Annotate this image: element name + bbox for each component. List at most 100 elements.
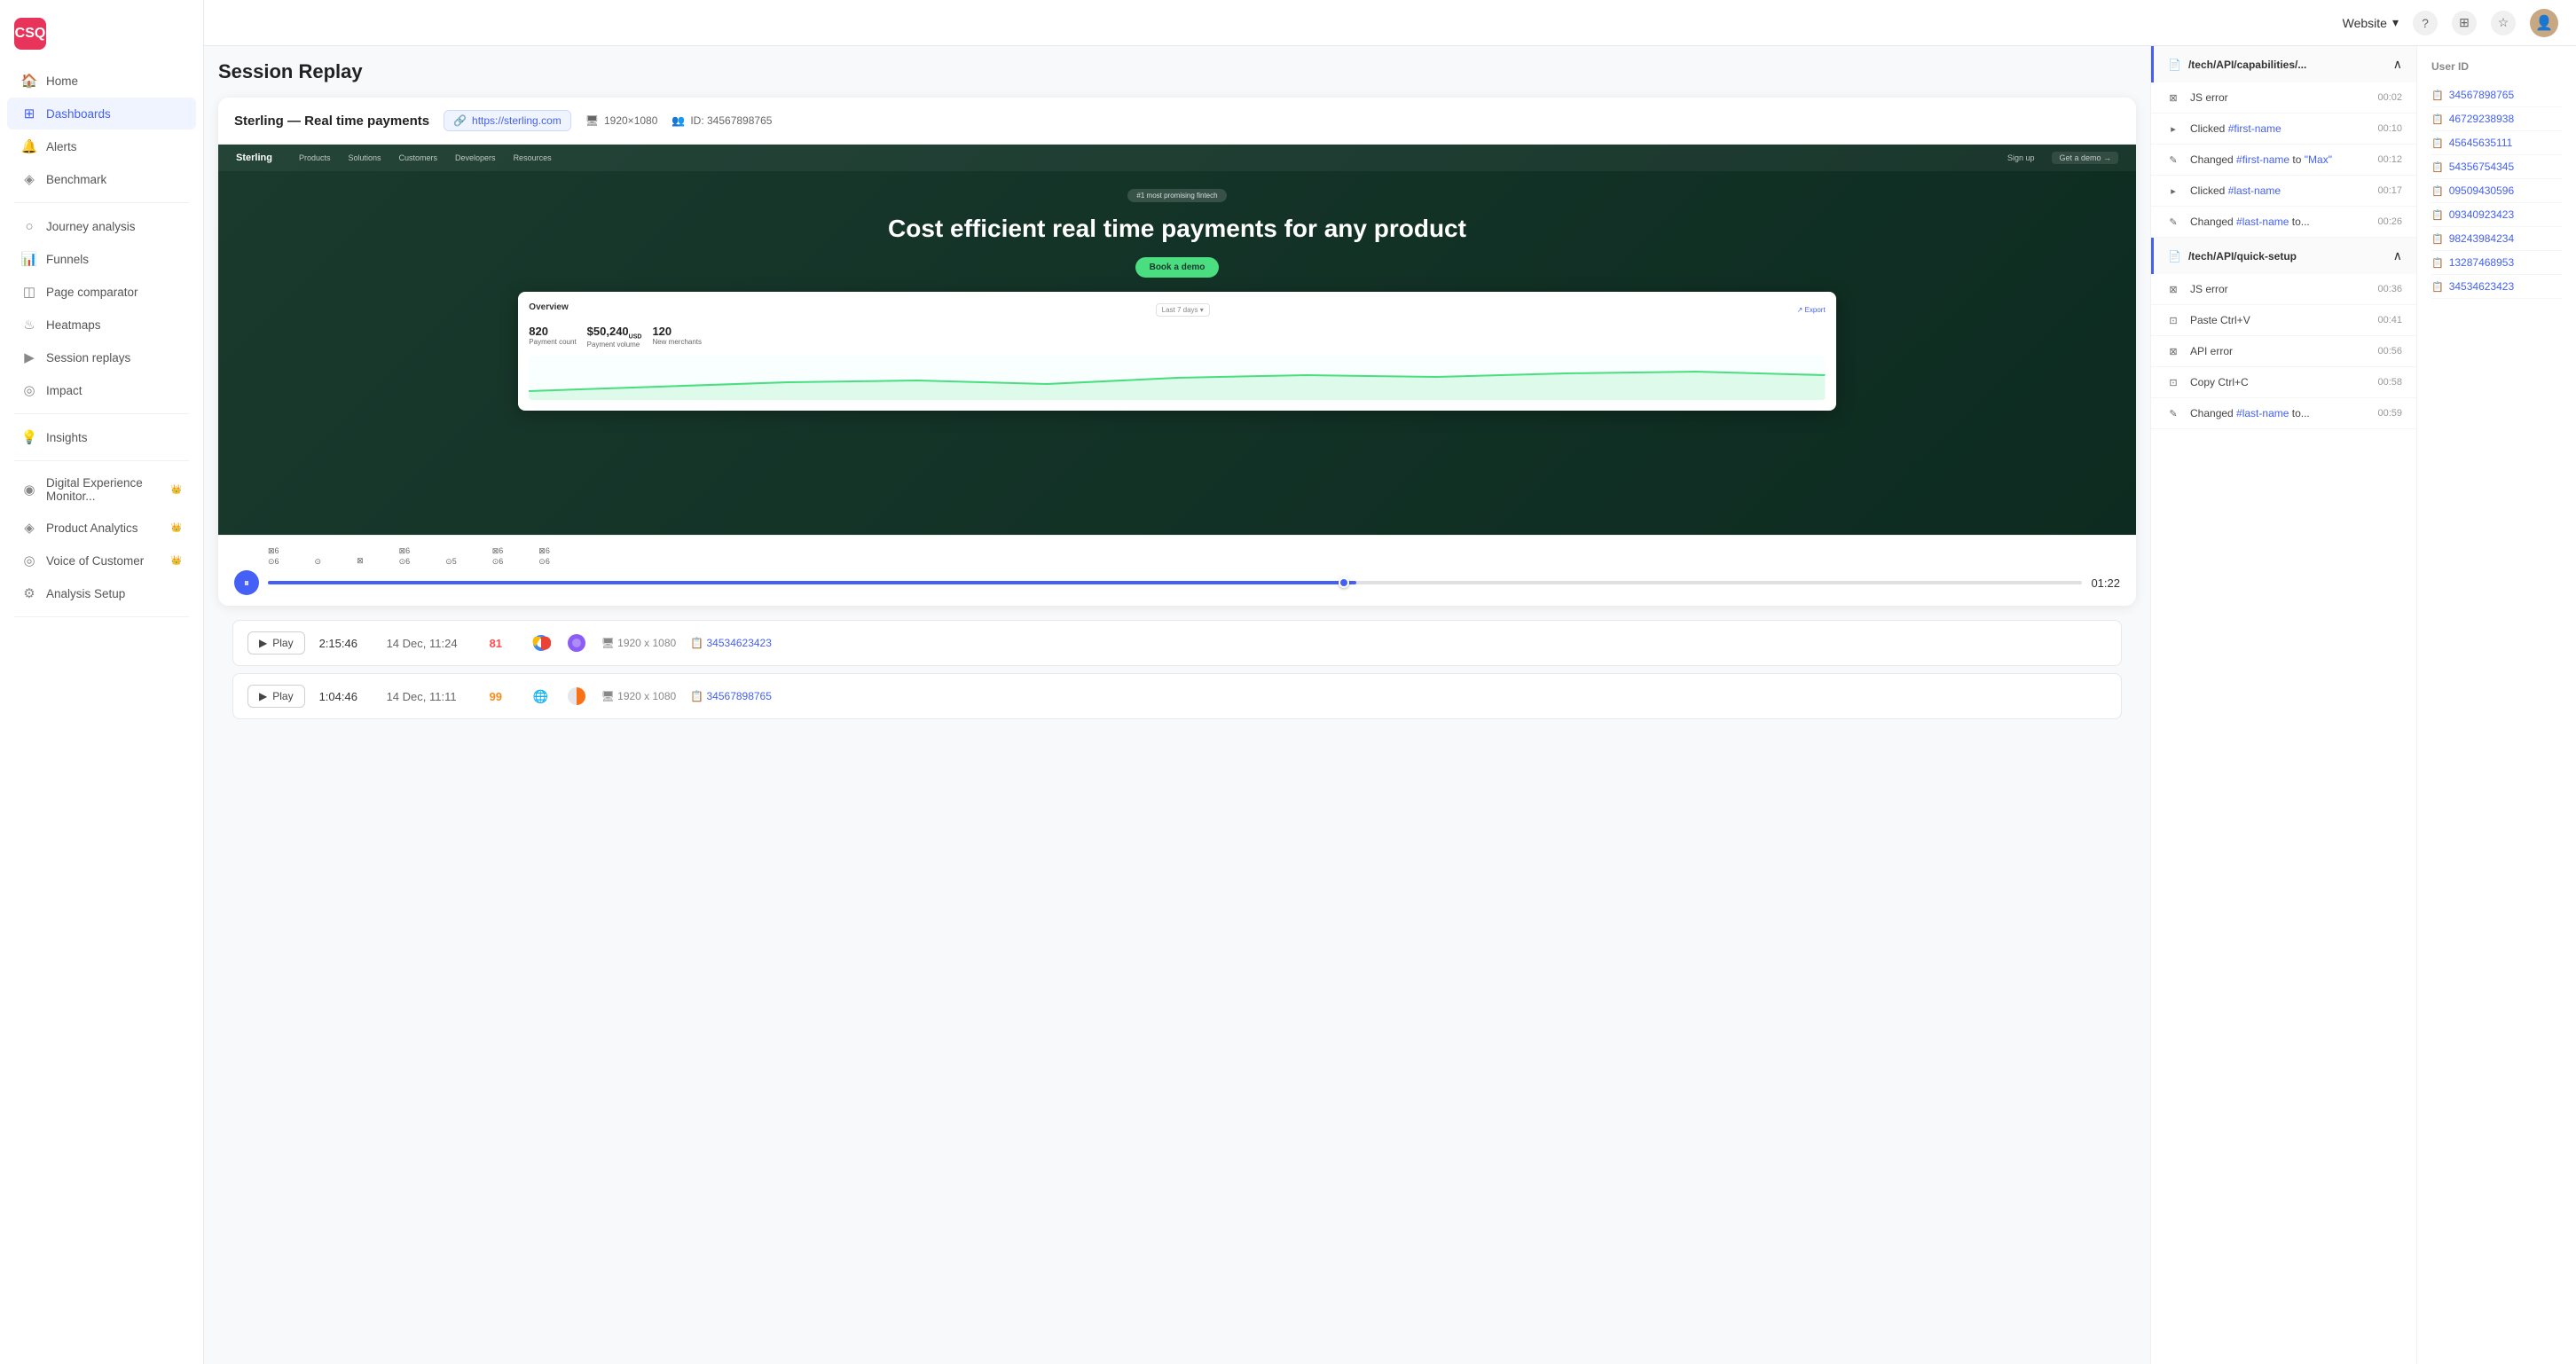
event-link[interactable]: #first-name <box>2228 122 2281 135</box>
progress-bar[interactable] <box>268 581 2082 584</box>
userid-item[interactable]: 📋 45645635111 <box>2431 131 2562 155</box>
track-dot[interactable] <box>1339 577 1349 588</box>
player-url-text: https://sterling.com <box>472 114 562 127</box>
sidebar-item-funnels[interactable]: 📊 Funnels <box>7 243 196 275</box>
sidebar-item-alerts[interactable]: 🔔 Alerts <box>7 130 196 162</box>
event-item-change: ✎ Changed #last-name to... 00:59 <box>2151 398 2416 429</box>
impact-icon: ◎ <box>21 382 37 398</box>
help-icon[interactable]: ? <box>2413 11 2438 35</box>
time-display: 01:22 <box>2091 576 2120 590</box>
userid-value: 45645635111 <box>2449 137 2513 149</box>
benchmark-icon: ◈ <box>21 171 37 187</box>
star-icon[interactable]: ☆ <box>2491 11 2516 35</box>
sidebar-item-benchmark[interactable]: ◈ Benchmark <box>7 163 196 195</box>
sidebar-item-home[interactable]: 🏠 Home <box>7 65 196 97</box>
events-section-header-tech-api-capabilities[interactable]: 📄 /tech/API/capabilities/... ∧ <box>2151 46 2416 82</box>
userid-value: 09340923423 <box>2449 208 2514 221</box>
crown-icon: 👑 <box>171 485 182 495</box>
copy-icon: 📋 <box>2431 137 2444 149</box>
event-link[interactable]: #last-name <box>2228 184 2281 197</box>
sidebar-item-label: Product Analytics <box>46 521 138 535</box>
userid-panel-title: User ID <box>2431 60 2562 73</box>
video-area: Sterling Products Solutions Customers De… <box>218 145 2136 535</box>
event-link[interactable]: #last-name <box>2236 216 2289 228</box>
grid-icon[interactable]: ⊞ <box>2452 11 2477 35</box>
sidebar-item-session-replays[interactable]: ▶ Session replays <box>7 341 196 373</box>
event-time: 00:58 <box>2377 377 2402 388</box>
timeline-track: ⏸ 01:22 <box>234 570 2120 595</box>
sidebar-item-label: Journey analysis <box>46 220 136 233</box>
sidebar-item-heatmaps[interactable]: ♨ Heatmaps <box>7 309 196 341</box>
click-icon: ▸ <box>2165 183 2181 199</box>
site-nav: Sterling Products Solutions Customers De… <box>218 145 2136 171</box>
crown-icon: 👑 <box>171 556 182 566</box>
sidebar-item-insights[interactable]: 💡 Insights <box>7 421 196 453</box>
pause-button[interactable]: ⏸ <box>234 570 259 595</box>
userid-item[interactable]: 📋 13287468953 <box>2431 251 2562 275</box>
event-time: 00:26 <box>2377 216 2402 227</box>
crown-icon: 👑 <box>171 523 182 533</box>
sidebar-item-journey-analysis[interactable]: ○ Journey analysis <box>7 210 196 242</box>
play-button[interactable]: ▶ Play <box>247 631 305 655</box>
event-item-change: ✎ Changed #first-name to "Max" 00:12 <box>2151 145 2416 176</box>
event-time: 00:12 <box>2377 154 2402 165</box>
event-link[interactable]: #first-name <box>2236 153 2289 166</box>
player-card: Sterling — Real time payments 🔗 https://… <box>218 98 2136 606</box>
event-description: Copy Ctrl+C <box>2190 376 2368 388</box>
funnels-icon: 📊 <box>21 251 37 267</box>
event-item-paste: ⊡ Paste Ctrl+V 00:41 <box>2151 305 2416 336</box>
userid-item[interactable]: 📋 09340923423 <box>2431 203 2562 227</box>
site-cta-button[interactable]: Book a demo <box>1135 257 1220 278</box>
event-link2[interactable]: "Max" <box>2305 153 2332 166</box>
userid-item[interactable]: 📋 98243984234 <box>2431 227 2562 251</box>
timeline-bar: ⊠6 ⊙6 ⊙ ⊠ <box>218 535 2136 606</box>
play-button[interactable]: ▶ Play <box>247 685 305 708</box>
sidebar-item-digital-experience[interactable]: ◉ Digital Experience Monitor... 👑 <box>7 468 196 511</box>
player-url-button[interactable]: 🔗 https://sterling.com <box>444 110 571 131</box>
event-item-js-error: ⊠ JS error 00:02 <box>2151 82 2416 114</box>
os-icon <box>566 632 587 654</box>
file-icon: 📄 <box>2168 250 2181 263</box>
heatmaps-icon: ♨ <box>21 317 37 333</box>
track-progress <box>268 581 1356 584</box>
dashboard-chart <box>529 356 1825 400</box>
session-userid[interactable]: 📋 34534623423 <box>690 637 772 649</box>
sidebar-item-impact[interactable]: ◎ Impact <box>7 374 196 406</box>
site-nav-logo: Sterling <box>236 153 272 163</box>
userid-item[interactable]: 📋 54356754345 <box>2431 155 2562 179</box>
session-row: ▶ Play 1:04:46 14 Dec, 11:11 99 🌐 🖥 1920… <box>232 673 2122 719</box>
event-item-click: ▸ Clicked #last-name 00:17 <box>2151 176 2416 207</box>
userid-item[interactable]: 📋 46729238938 <box>2431 107 2562 131</box>
userid-value: 34567898765 <box>2449 89 2514 101</box>
link-icon: 🔗 <box>453 114 467 127</box>
sidebar-item-label: Impact <box>46 384 82 397</box>
copy-icon: 📋 <box>2431 114 2444 125</box>
browser-icon: 🌐 <box>530 686 552 707</box>
userid-item[interactable]: 📋 34534623423 <box>2431 275 2562 299</box>
sidebar-item-label: Heatmaps <box>46 318 101 332</box>
session-userid[interactable]: 📋 34567898765 <box>690 690 772 702</box>
api-error-icon: ⊠ <box>2165 343 2181 359</box>
sidebar-item-label: Analysis Setup <box>46 587 125 600</box>
avatar[interactable]: 👤 <box>2530 9 2558 37</box>
userid-value: 98243984234 <box>2449 232 2514 245</box>
events-panel: 📄 /tech/API/capabilities/... ∧ ⊠ JS erro… <box>2150 46 2416 1364</box>
event-description: Changed #last-name to... <box>2190 407 2368 419</box>
sidebar-item-dashboards[interactable]: ⊞ Dashboards <box>7 98 196 129</box>
sidebar-item-voice-of-customer[interactable]: ◎ Voice of Customer 👑 <box>7 545 196 576</box>
users-icon: 👥 <box>671 114 685 127</box>
change-icon: ✎ <box>2165 214 2181 230</box>
page-content: Session Replay Sterling — Real time paym… <box>204 46 2576 1364</box>
sidebar-item-page-comparator[interactable]: ◫ Page comparator <box>7 276 196 308</box>
event-description: JS error <box>2190 91 2368 104</box>
userid-value: 34534623423 <box>2449 280 2514 293</box>
events-section-header-tech-api-quick-setup[interactable]: 📄 /tech/API/quick-setup ∧ <box>2151 238 2416 274</box>
sidebar-item-product-analytics[interactable]: ◈ Product Analytics 👑 <box>7 512 196 544</box>
event-link[interactable]: #last-name <box>2236 407 2289 419</box>
website-selector[interactable]: Website ▾ <box>2343 15 2399 30</box>
session-errors: 81 <box>490 637 516 650</box>
sidebar-item-analysis-setup[interactable]: ⚙ Analysis Setup <box>7 577 196 609</box>
userid-item[interactable]: 📋 34567898765 <box>2431 83 2562 107</box>
userid-item[interactable]: 📋 09509430596 <box>2431 179 2562 203</box>
site-content: #1 most promising fintech Cost efficient… <box>218 171 2136 535</box>
